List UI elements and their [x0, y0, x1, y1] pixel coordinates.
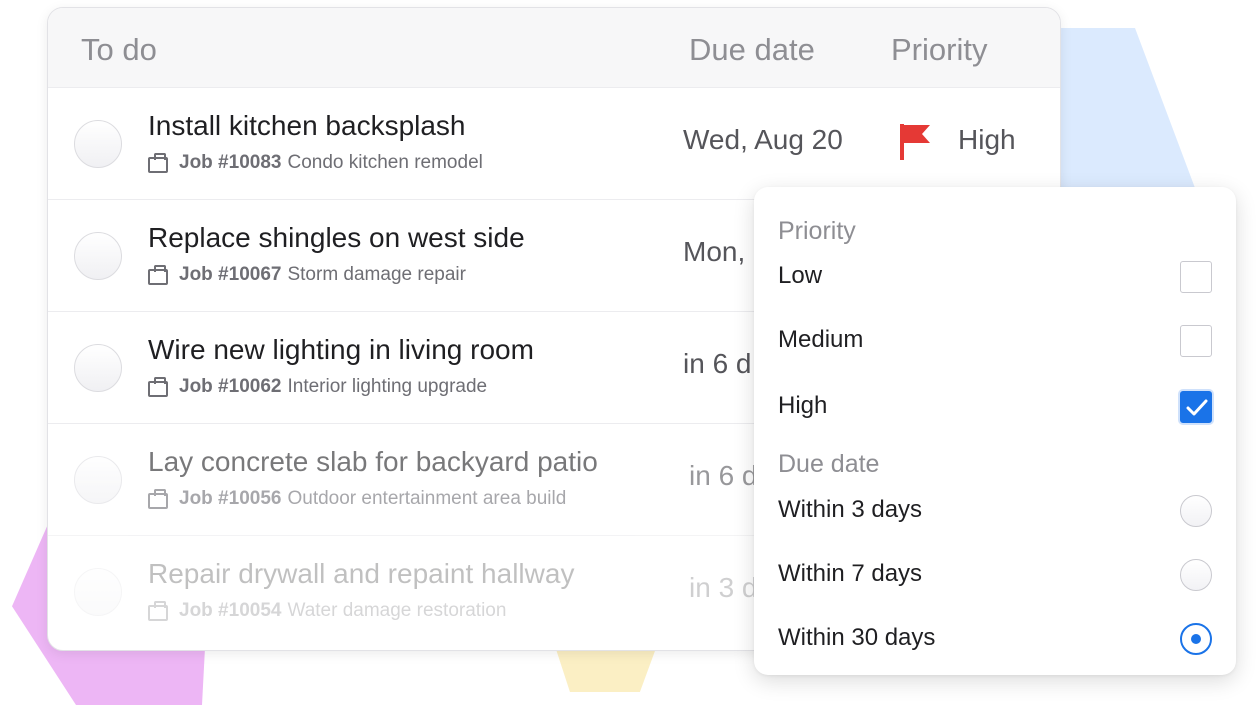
task-title: Lay concrete slab for backyard patio — [148, 446, 598, 477]
due-date: Mon, — [683, 236, 746, 267]
job-reference: Job #10067 Storm damage repair — [148, 264, 466, 286]
option-label: Within 30 days — [778, 624, 936, 651]
column-header-due-date[interactable]: Due date — [689, 32, 815, 68]
radio-7-days[interactable] — [1180, 559, 1212, 591]
job-number: Job #10062 — [179, 376, 282, 397]
job-reference: Job #10062 Interior lighting upgrade — [148, 376, 487, 398]
due-date-section-heading: Due date — [778, 450, 880, 478]
job-description: Storm damage repair — [287, 264, 466, 285]
column-header-todo[interactable]: To do — [81, 32, 157, 68]
task-complete-checkbox[interactable] — [74, 568, 122, 616]
job-number: Job #10054 — [179, 600, 282, 621]
job-description: Condo kitchen remodel — [287, 152, 483, 173]
task-complete-checkbox[interactable] — [74, 232, 122, 280]
priority-value: High — [958, 124, 1016, 155]
priority-option-low[interactable]: Low — [754, 249, 1236, 305]
due-date: in 6 d — [683, 348, 752, 379]
job-description: Outdoor entertainment area build — [287, 488, 567, 509]
option-label: High — [778, 392, 828, 419]
job-number: Job #10067 — [179, 264, 282, 285]
task-title: Repair drywall and repaint hallway — [148, 558, 575, 589]
job-description: Interior lighting upgrade — [287, 376, 488, 397]
option-label: Low — [778, 262, 823, 289]
radio-3-days[interactable] — [1180, 495, 1212, 527]
job-number: Job #10056 — [179, 488, 282, 509]
briefcase-icon — [148, 489, 168, 509]
option-label: Medium — [778, 326, 864, 353]
due-option-30-days[interactable]: Within 30 days — [754, 611, 1236, 667]
task-title: Wire new lighting in living room — [148, 334, 534, 365]
checkmark-icon — [1186, 399, 1208, 416]
option-label: Within 7 days — [778, 560, 923, 587]
task-complete-checkbox[interactable] — [74, 344, 122, 392]
task-title: Install kitchen backsplash — [148, 110, 466, 141]
table-header: To do Due date Priority — [48, 8, 1060, 88]
table-row[interactable]: Install kitchen backsplash Job #10083 Co… — [48, 88, 1060, 200]
job-reference: Job #10054 Water damage restoration — [148, 600, 506, 622]
due-option-3-days[interactable]: Within 3 days — [754, 483, 1236, 539]
due-option-7-days[interactable]: Within 7 days — [754, 547, 1236, 603]
option-label: Within 3 days — [778, 496, 923, 523]
due-date: in 6 d — [689, 460, 758, 491]
job-description: Water damage restoration — [287, 600, 507, 621]
task-complete-checkbox[interactable] — [74, 120, 122, 168]
due-date: in 3 d — [689, 572, 758, 603]
filter-dropdown: Priority Low Medium High Due date Within… — [754, 187, 1236, 675]
briefcase-icon — [148, 265, 168, 285]
checkbox-low[interactable] — [1180, 261, 1212, 293]
briefcase-icon — [148, 377, 168, 397]
priority-option-high[interactable]: High — [754, 379, 1236, 435]
flag-icon — [900, 124, 930, 160]
briefcase-icon — [148, 601, 168, 621]
column-header-priority[interactable]: Priority — [891, 32, 987, 68]
priority-section-heading: Priority — [778, 217, 856, 245]
task-complete-checkbox[interactable] — [74, 456, 122, 504]
briefcase-icon — [148, 153, 168, 173]
due-date: Wed, Aug 20 — [683, 124, 843, 155]
task-title: Replace shingles on west side — [148, 222, 525, 253]
radio-30-days[interactable] — [1180, 623, 1212, 655]
checkbox-medium[interactable] — [1180, 325, 1212, 357]
checkbox-high[interactable] — [1180, 391, 1212, 423]
priority-option-medium[interactable]: Medium — [754, 313, 1236, 369]
job-reference: Job #10056 Outdoor entertainment area bu… — [148, 488, 566, 510]
job-number: Job #10083 — [179, 152, 282, 173]
job-reference: Job #10083 Condo kitchen remodel — [148, 152, 483, 174]
